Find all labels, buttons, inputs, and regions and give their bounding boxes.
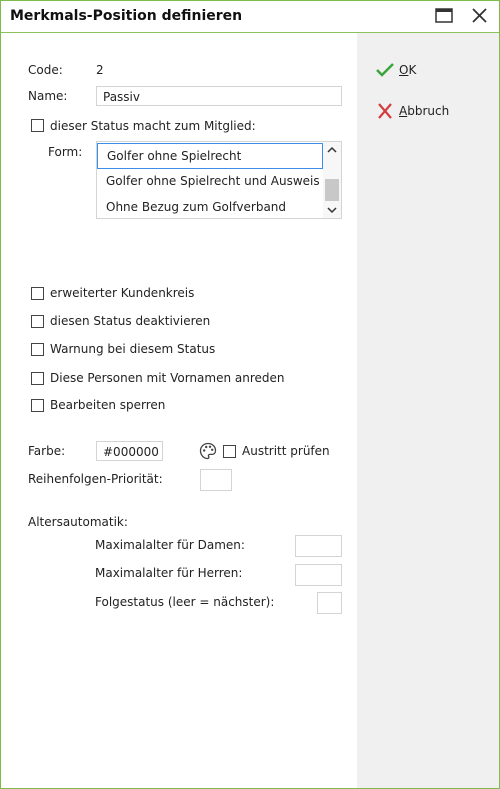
action-panel: OK Abbruch	[357, 33, 499, 788]
next-status-label: Folgestatus (leer = nächster):	[95, 595, 275, 609]
scroll-up-button[interactable]	[323, 143, 341, 157]
checkbox-label: Diese Personen mit Vornamen anreden	[50, 371, 285, 385]
name-label: Name:	[28, 89, 68, 103]
chevron-down-icon	[327, 207, 337, 214]
maximize-button[interactable]	[433, 6, 455, 26]
checkbox-label: Bearbeiten sperren	[50, 398, 166, 412]
ok-label: OK	[399, 63, 417, 77]
form-area: Code: 2 Name: Passiv dieser Status macht…	[1, 33, 357, 788]
next-status-input[interactable]	[317, 592, 342, 614]
chevron-up-icon	[327, 146, 337, 153]
cancel-button[interactable]: Abbruch	[375, 100, 449, 122]
age-auto-label: Altersautomatik:	[28, 515, 128, 529]
color-label: Farbe:	[28, 444, 66, 458]
ok-button[interactable]: OK	[375, 59, 416, 81]
max-age-women-input[interactable]	[295, 535, 342, 557]
checkmark-icon	[376, 63, 394, 77]
lock-edit-checkbox[interactable]	[31, 399, 44, 412]
list-item[interactable]: Ohne Bezug zum Golfverband	[97, 195, 323, 221]
palette-icon	[199, 442, 217, 460]
scroll-down-button[interactable]	[323, 203, 341, 217]
max-age-men-input[interactable]	[295, 564, 342, 586]
max-age-women-label: Maximalalter für Damen:	[95, 538, 245, 552]
max-age-men-label: Maximalalter für Herren:	[95, 566, 243, 580]
scroll-thumb[interactable]	[325, 179, 339, 201]
form-label: Form:	[48, 145, 83, 159]
exit-check-checkbox[interactable]	[223, 445, 236, 458]
close-icon	[472, 8, 487, 23]
code-value: 2	[96, 63, 104, 77]
palette-button[interactable]	[199, 442, 217, 460]
extended-customers-checkbox[interactable]	[31, 287, 44, 300]
color-input[interactable]: #000000	[96, 441, 163, 461]
list-item[interactable]: Golfer ohne Spielrecht	[97, 143, 323, 169]
priority-label: Reihenfolgen-Priorität:	[28, 472, 163, 486]
name-input[interactable]: Passiv	[96, 86, 342, 106]
title-bar: Merkmals-Position definieren	[1, 1, 499, 33]
checkbox-label: erweiterter Kundenkreis	[50, 286, 195, 300]
member-status-checkbox[interactable]	[31, 119, 44, 132]
list-item[interactable]: Golfer ohne Spielrecht und Ausweis	[97, 169, 323, 195]
priority-input[interactable]	[200, 469, 232, 491]
cancel-label: Abbruch	[399, 104, 450, 118]
deactivate-status-checkbox[interactable]	[31, 315, 44, 328]
form-listbox[interactable]: Golfer ohne Spielrecht Golfer ohne Spiel…	[96, 141, 342, 219]
member-status-label: dieser Status macht zum Mitglied:	[50, 119, 256, 133]
exit-check-label: Austritt prüfen	[242, 444, 330, 458]
dialog-window: Merkmals-Position definieren Code: 2 Nam…	[0, 0, 500, 789]
x-icon	[378, 103, 392, 119]
first-name-checkbox[interactable]	[31, 372, 44, 385]
window-title: Merkmals-Position definieren	[10, 8, 243, 24]
close-button[interactable]	[469, 6, 491, 26]
listbox-scrollbar[interactable]	[323, 142, 341, 218]
warning-checkbox[interactable]	[31, 343, 44, 356]
checkbox-label: Warnung bei diesem Status	[50, 342, 216, 356]
checkbox-label: diesen Status deaktivieren	[50, 314, 211, 328]
code-label: Code:	[28, 63, 63, 77]
maximize-icon	[435, 8, 453, 23]
